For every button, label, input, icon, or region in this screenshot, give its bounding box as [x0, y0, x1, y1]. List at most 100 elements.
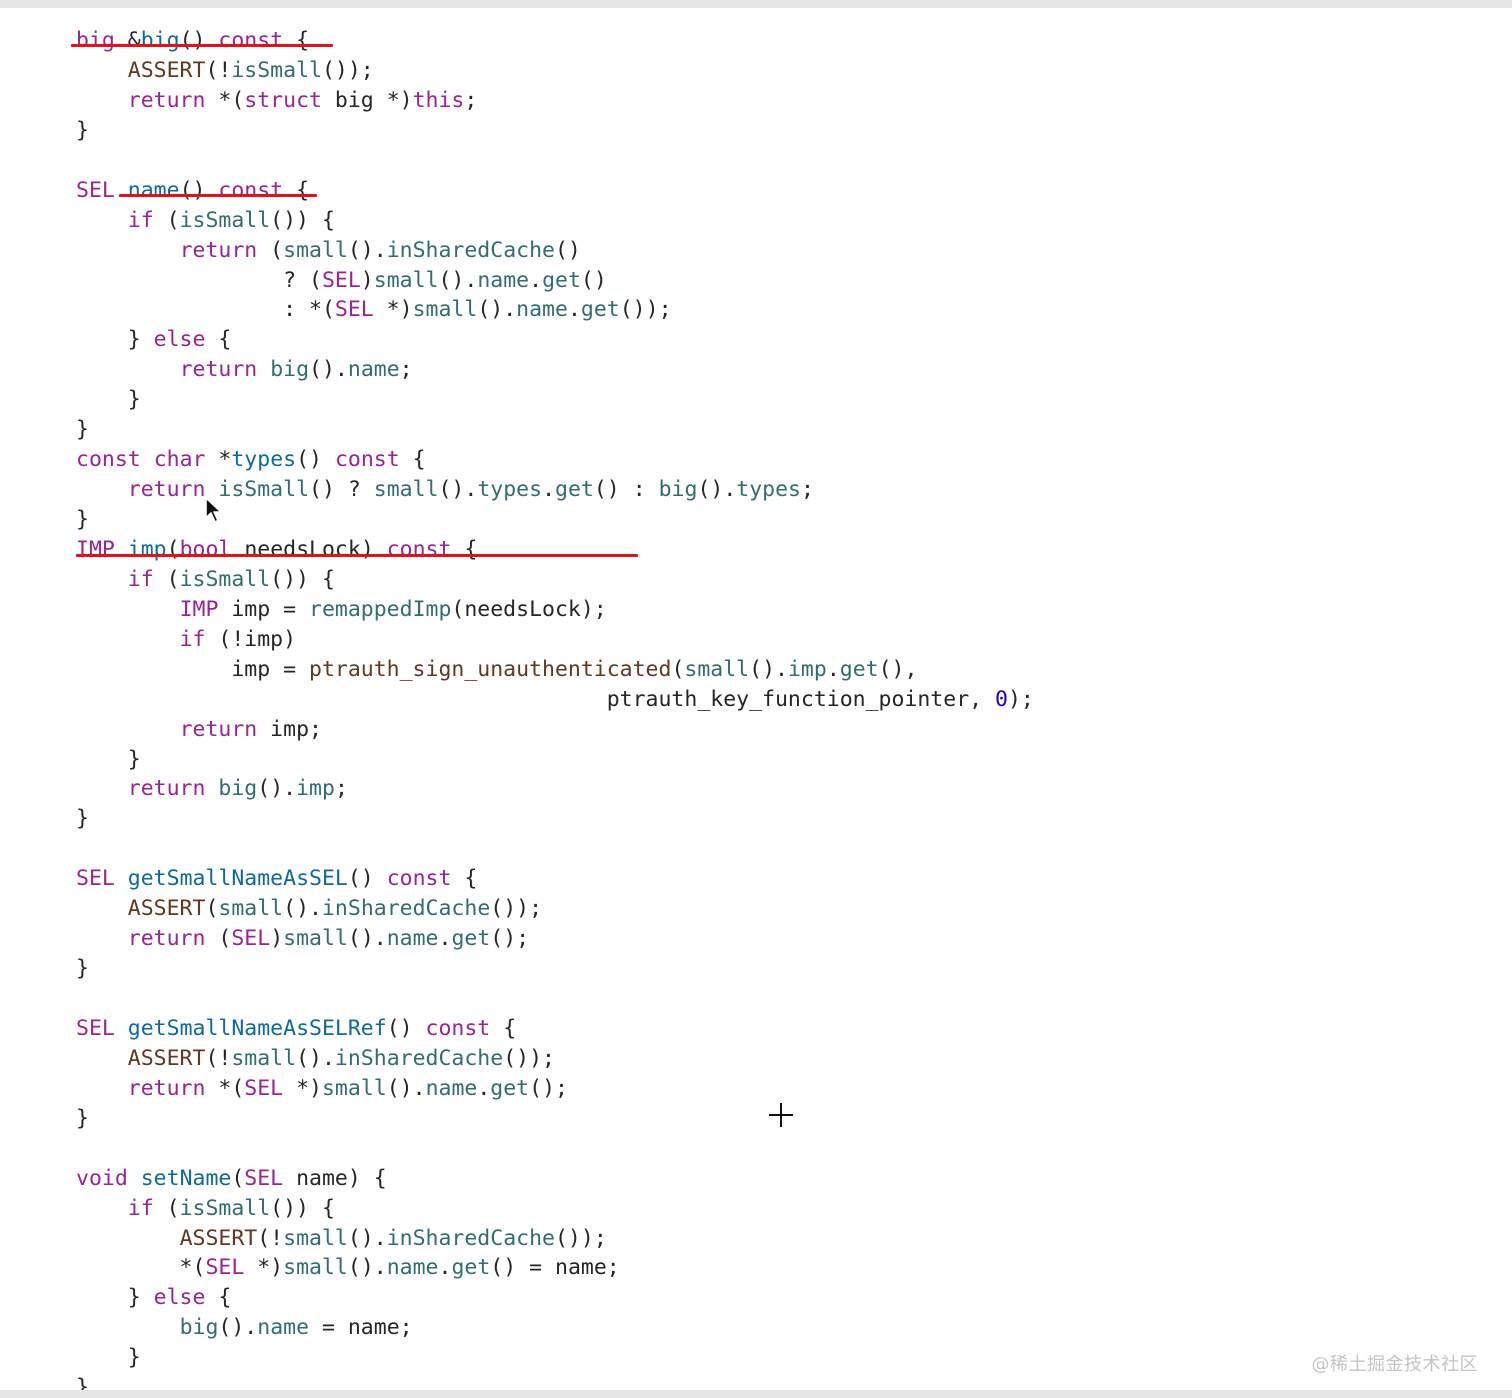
code-line[interactable]: SEL name() const { — [76, 176, 1034, 206]
code-token: IMP — [179, 596, 219, 622]
code-line[interactable]: return *(struct big *)this; — [76, 86, 1034, 116]
code-token: name — [127, 177, 180, 203]
code-line[interactable]: return (small().inSharedCache() — [76, 236, 1034, 266]
code-token: types — [736, 477, 802, 503]
code-line[interactable]: ASSERT(!small().inSharedCache()); — [76, 1224, 1034, 1254]
code-line[interactable]: imp = ptrauth_sign_unauthenticated(small… — [76, 655, 1034, 685]
code-token: (). — [749, 656, 788, 682]
code-token: ( — [153, 1195, 180, 1221]
code-token: } — [76, 1285, 154, 1311]
code-token: const — [386, 536, 452, 562]
code-line[interactable]: if (isSmall()) { — [76, 565, 1034, 595]
code-line[interactable] — [76, 984, 1034, 1014]
code-token: * — [205, 447, 232, 473]
code-line[interactable]: return (SEL)small().name.get(); — [76, 924, 1034, 954]
code-editor[interactable]: big &big() const { ASSERT(!isSmall()); r… — [0, 8, 1512, 1390]
code-token: setName — [140, 1165, 232, 1191]
code-line[interactable]: SEL getSmallNameAsSEL() const { — [76, 864, 1034, 894]
code-token: { — [283, 28, 310, 53]
code-token: { — [283, 177, 310, 203]
code-token: () : — [593, 477, 659, 503]
code-token: SEL — [205, 1255, 245, 1281]
code-token: (). — [309, 357, 348, 383]
code-token: char — [153, 447, 206, 473]
code-token: isSmall — [179, 566, 271, 592]
code-line[interactable]: return big().name; — [76, 355, 1034, 385]
code-token: const — [76, 447, 141, 473]
code-token: name — [477, 267, 530, 293]
code-line[interactable]: } — [76, 385, 1034, 415]
code-line[interactable]: ? (SEL)small().name.get() — [76, 266, 1034, 296]
code-line[interactable]: : *(SEL *)small().name.get()); — [0, 295, 1512, 326]
code-token: ) — [360, 267, 374, 293]
code-line[interactable]: ASSERT(!isSmall()); — [76, 56, 1034, 86]
code-token: inSharedCache — [386, 237, 555, 263]
code-line[interactable]: SEL getSmallNameAsSELRef() const { — [76, 1014, 1034, 1044]
code-block[interactable]: big &big() const { ASSERT(!isSmall()); r… — [0, 26, 1512, 1390]
code-token: big — [270, 357, 310, 383]
code-line[interactable]: big &big() const { — [76, 26, 1034, 56]
code-line[interactable]: big().name = name; — [76, 1313, 1034, 1343]
code-line[interactable]: ptrauth_key_function_pointer, 0); — [76, 685, 1034, 715]
code-line[interactable]: } else { — [76, 1283, 1034, 1313]
code-token: ()); — [503, 1045, 555, 1071]
code-line[interactable]: } — [76, 954, 1034, 984]
code-line[interactable]: } — [76, 804, 1034, 834]
code-token: isSmall — [218, 477, 310, 503]
code-token: small — [373, 267, 439, 293]
code-line[interactable]: } — [76, 1104, 1034, 1134]
code-token: } — [76, 117, 89, 143]
code-line[interactable] — [76, 1134, 1034, 1164]
code-token: small — [684, 656, 750, 682]
code-line[interactable]: if (!imp) — [76, 625, 1034, 655]
code-token: (). — [296, 1045, 335, 1071]
code-token: ()); — [619, 297, 672, 323]
code-line[interactable] — [76, 834, 1034, 864]
code-token: big — [658, 477, 698, 503]
code-line[interactable]: *(SEL *)small().name.get() = name; — [76, 1253, 1034, 1283]
code-token: imp — [296, 776, 335, 802]
code-line[interactable]: IMP imp = remappedImp(needsLock); — [76, 595, 1034, 625]
code-line[interactable]: ASSERT(small().inSharedCache()); — [76, 894, 1034, 924]
code-line[interactable]: } — [76, 1373, 1034, 1390]
code-token: (). — [347, 926, 387, 952]
code-token: name — [386, 926, 439, 952]
code-token: = name; — [309, 1315, 413, 1341]
code-line[interactable]: void setName(SEL name) { — [76, 1164, 1034, 1194]
code-token: return — [179, 237, 258, 263]
code-line[interactable]: return *(SEL *)small().name.get(); — [76, 1074, 1034, 1104]
code-token: small — [231, 1045, 297, 1071]
code-token: name — [386, 1255, 439, 1281]
code-line[interactable]: return big().imp; — [76, 774, 1034, 804]
code-line[interactable]: return imp; — [76, 715, 1034, 745]
code-line[interactable]: if (isSmall()) { — [76, 1194, 1034, 1224]
code-token: ) — [270, 926, 284, 952]
code-token: (). — [257, 776, 297, 802]
code-token: ASSERT — [127, 57, 206, 83]
code-line[interactable]: } — [76, 116, 1034, 146]
code-line[interactable]: } else { — [76, 325, 1034, 355]
code-token: small — [412, 297, 478, 323]
code-line[interactable]: ASSERT(!small().inSharedCache()); — [76, 1044, 1034, 1074]
code-line[interactable]: IMP imp(bool needsLock) const { — [76, 535, 1034, 565]
code-token: } — [76, 327, 154, 353]
code-line[interactable]: if (isSmall()) { — [76, 206, 1034, 236]
code-line[interactable]: const char *types() const { — [76, 445, 1034, 475]
code-token: ()); — [490, 896, 543, 922]
code-line[interactable]: } — [76, 1343, 1034, 1373]
code-token: ); — [1007, 686, 1034, 712]
code-token: struct — [244, 87, 322, 113]
code-token: inSharedCache — [386, 1225, 555, 1251]
code-token: small — [218, 896, 284, 922]
code-token: (). — [386, 1075, 426, 1101]
code-line[interactable]: } — [76, 745, 1034, 775]
code-token: SEL — [231, 926, 271, 952]
code-token: (). — [477, 297, 517, 323]
code-line[interactable]: } — [76, 415, 1034, 445]
code-line[interactable] — [76, 146, 1034, 176]
